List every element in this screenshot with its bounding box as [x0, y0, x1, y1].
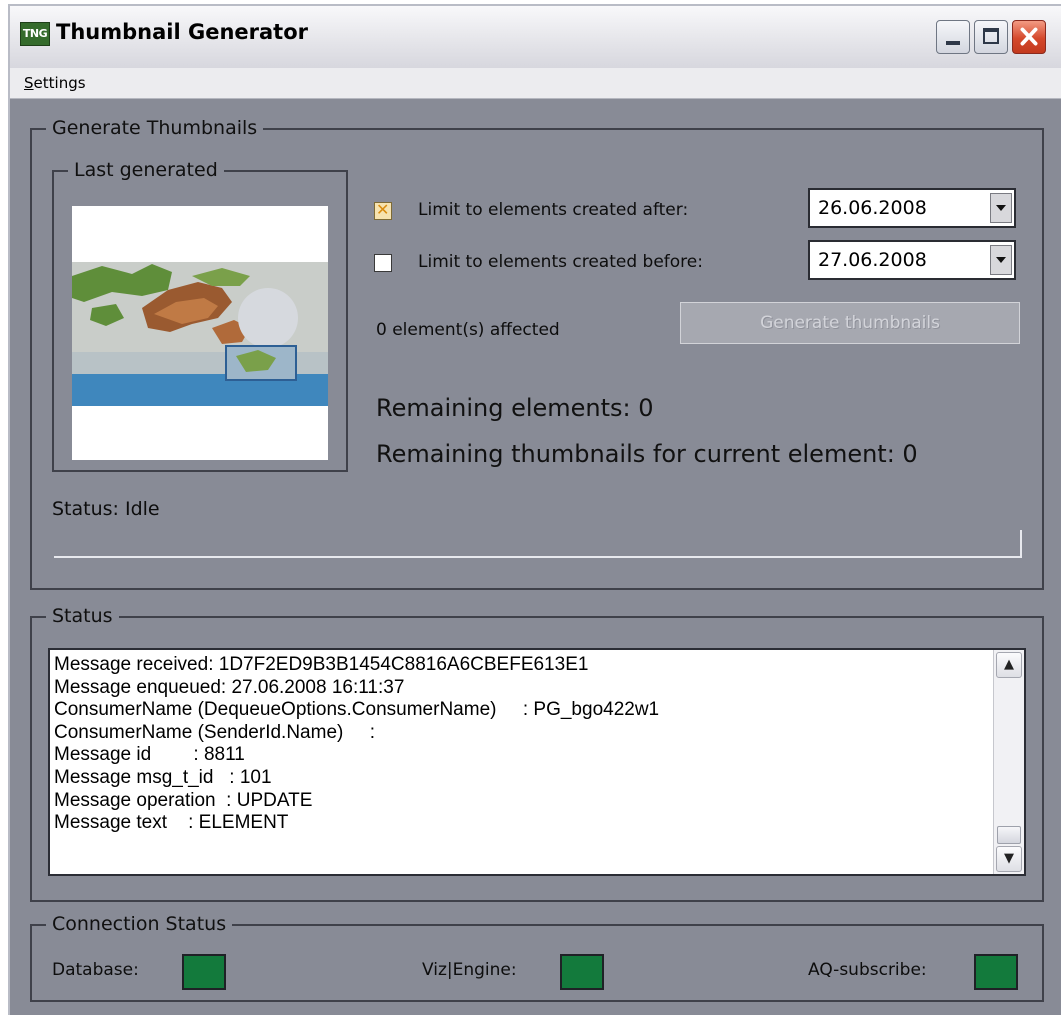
menu-settings-label: ettings [33, 74, 86, 92]
limit-after-date-value: 26.06.2008 [818, 197, 927, 219]
app-window: TNG Thumbnail Generator Settings Generat… [8, 4, 1061, 1015]
status-text: Status: Idle [52, 498, 160, 520]
scroll-down-icon[interactable]: ▼ [996, 846, 1022, 872]
database-label: Database: [52, 960, 139, 980]
aq-subscribe-status-indicator [974, 954, 1018, 990]
remaining-elements-text: Remaining elements: 0 [376, 394, 654, 422]
window-title: Thumbnail Generator [56, 20, 308, 44]
chevron-down-icon[interactable] [990, 193, 1012, 223]
log-line: ConsumerName (SenderId.Name) : [54, 721, 376, 743]
last-generated-legend: Last generated [68, 158, 224, 182]
elements-affected-text: 0 element(s) affected [376, 320, 560, 340]
vizengine-label: Viz|Engine: [422, 960, 517, 980]
scroll-up-icon[interactable]: ▲ [996, 652, 1022, 678]
database-status-indicator [182, 954, 226, 990]
limit-after-date-picker[interactable]: 26.06.2008 [808, 188, 1016, 228]
log-line: Message text : ELEMENT [54, 812, 289, 834]
limit-before-checkbox[interactable] [374, 254, 392, 272]
title-bar[interactable]: TNG Thumbnail Generator [10, 6, 1061, 69]
close-button[interactable] [1012, 20, 1046, 54]
maximize-button[interactable] [974, 20, 1008, 54]
menu-settings[interactable]: Settings [24, 74, 86, 92]
limit-before-label: Limit to elements created before: [418, 252, 703, 272]
limit-after-label: Limit to elements created after: [418, 200, 689, 220]
limit-before-date-picker[interactable]: 27.06.2008 [808, 240, 1016, 280]
progress-bar [54, 530, 1022, 558]
maximize-icon [983, 28, 999, 44]
generate-thumbnails-button[interactable]: Generate thumbnails [680, 302, 1020, 344]
scrollbar-thumb[interactable] [997, 826, 1021, 844]
thumbnail-preview [72, 206, 328, 460]
chevron-down-icon[interactable] [990, 245, 1012, 275]
status-log[interactable]: Message received: 1D7F2ED9B3B1454C8816A6… [48, 648, 1026, 876]
aq-subscribe-label: AQ-subscribe: [808, 960, 927, 980]
log-line: Message enqueued: 27.06.2008 16:11:37 [54, 676, 405, 698]
vertical-scrollbar[interactable]: ▲ ▼ [993, 650, 1024, 874]
log-line: ConsumerName (DequeueOptions.ConsumerNam… [54, 699, 660, 721]
limit-after-checkbox[interactable]: ✕ [374, 200, 392, 220]
last-generated-group: Last generated [52, 158, 348, 472]
status-group: Status Message received: 1D7F2ED9B3B1454… [30, 604, 1044, 902]
menu-bar: Settings [10, 68, 1061, 99]
status-log-lines: Message received: 1D7F2ED9B3B1454C8816A6… [54, 654, 990, 835]
connection-status-legend: Connection Status [46, 912, 233, 936]
app-logo-icon: TNG [20, 22, 50, 46]
checkmark-icon: ✕ [376, 200, 390, 219]
thumbnail-map-image [72, 262, 328, 406]
connection-status-group: Connection Status Database: Viz|Engine: … [30, 912, 1044, 1002]
log-line: Message msg_t_id : 101 [54, 766, 272, 788]
remaining-thumbnails-text: Remaining thumbnails for current element… [376, 440, 918, 468]
log-line: Message id : 8811 [54, 744, 245, 766]
menu-settings-mnemonic: S [24, 74, 34, 92]
minimize-icon [946, 41, 960, 45]
log-line: Message received: 1D7F2ED9B3B1454C8816A6… [54, 654, 589, 675]
status-legend: Status [46, 604, 119, 628]
generate-thumbnails-legend: Generate Thumbnails [46, 116, 264, 140]
generate-thumbnails-group: Generate Thumbnails Last generated ✕ Lim… [30, 116, 1044, 590]
log-line: Message operation : UPDATE [54, 789, 313, 811]
limit-before-date-value: 27.06.2008 [818, 249, 927, 271]
close-icon [1020, 27, 1038, 46]
minimize-button[interactable] [936, 20, 970, 54]
vizengine-status-indicator [560, 954, 604, 990]
